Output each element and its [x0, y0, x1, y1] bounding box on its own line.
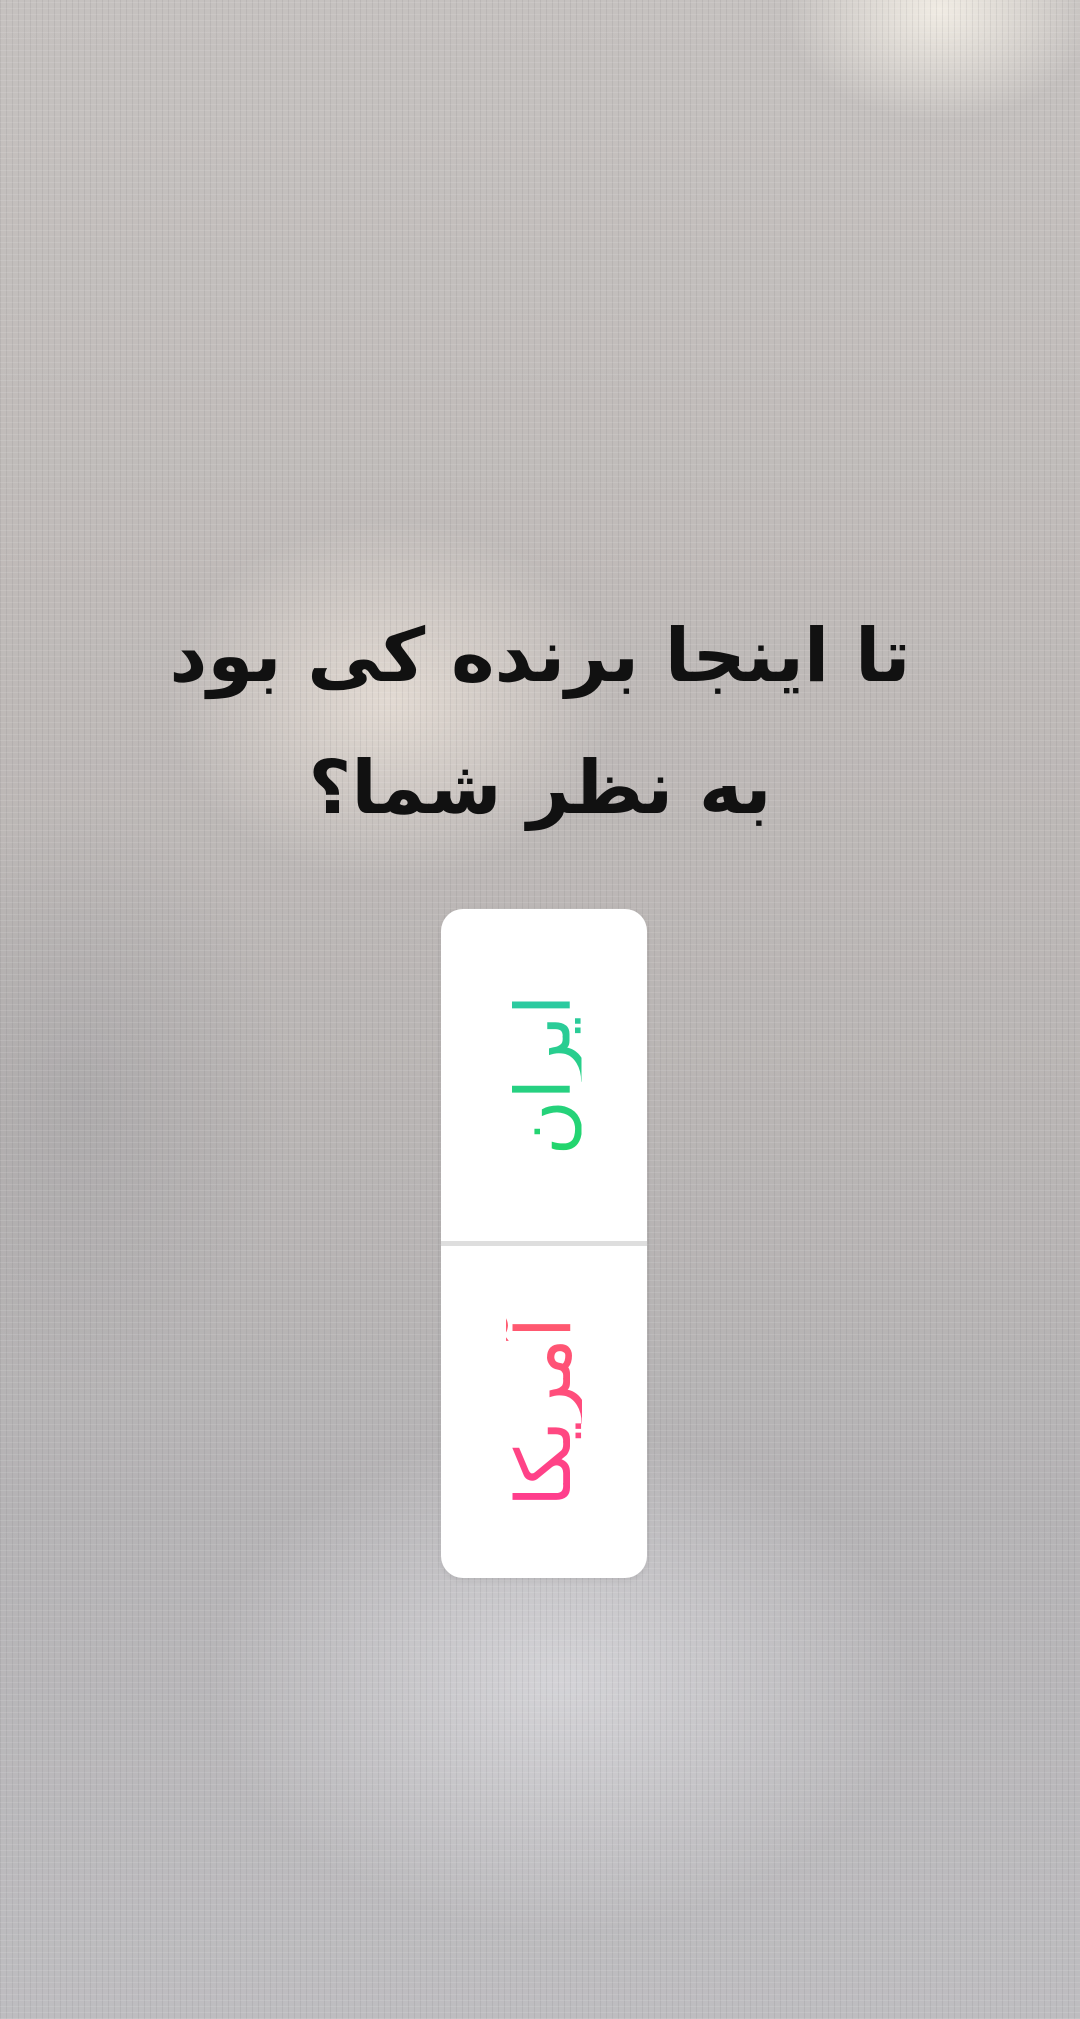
poll-option-america[interactable]: آمریکا	[441, 1246, 647, 1578]
question-text: تا اینجا برنده کی بود به نظر شما؟	[60, 590, 1020, 854]
poll-sticker: ایران آمریکا	[441, 909, 647, 1578]
poll-option-label: آمریکا	[498, 1316, 588, 1508]
poll-option-iran[interactable]: ایران	[441, 909, 647, 1241]
question-line-2: به نظر شما؟	[308, 745, 772, 831]
poll-option-label: ایران	[498, 994, 588, 1156]
question-line-1: تا اینجا برنده کی بود	[169, 613, 911, 699]
